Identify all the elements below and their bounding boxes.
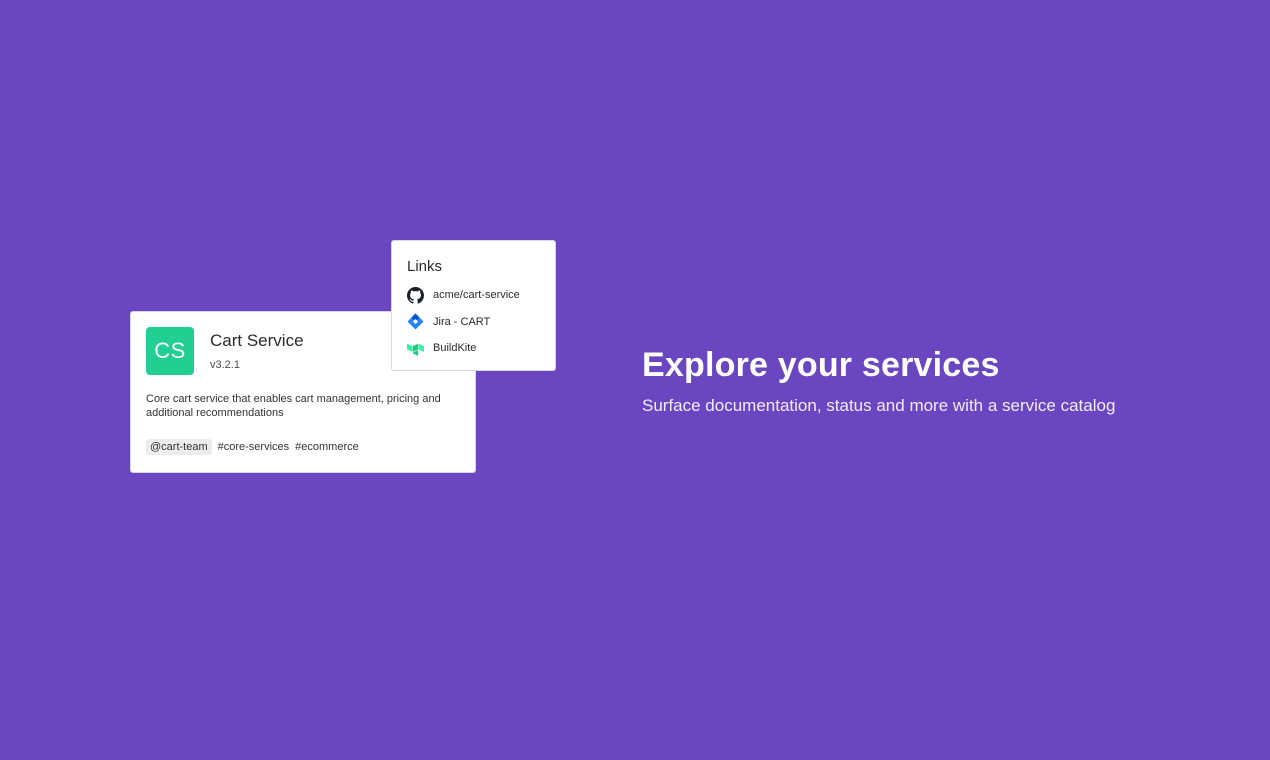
- links-title: Links: [407, 258, 443, 275]
- avatar-initials: CS: [154, 338, 186, 363]
- service-version: v3.2.1: [210, 359, 240, 371]
- service-avatar: CS: [146, 327, 194, 375]
- links-card: Links acme/cart-service Jira - CART Buil…: [391, 240, 556, 371]
- link-label: acme/cart-service: [433, 289, 520, 301]
- link-github[interactable]: acme/cart-service: [407, 286, 520, 304]
- page: { "colors": { "background": "#6b46c1", "…: [0, 0, 1270, 760]
- link-buildkite[interactable]: BuildKite: [407, 339, 520, 357]
- github-icon: [407, 286, 424, 304]
- link-label: Jira - CART: [433, 315, 491, 328]
- link-label: BuildKite: [433, 342, 477, 354]
- hero-title: Explore your services: [642, 346, 1000, 384]
- service-description: Core cart service that enables cart mana…: [146, 393, 441, 419]
- tag-list: @cart-team #core-services #ecommerce: [146, 439, 359, 455]
- buildkite-icon: [407, 340, 424, 357]
- owner-tag[interactable]: @cart-team: [146, 439, 212, 455]
- hero-subtitle: Surface documentation, status and more w…: [642, 396, 1116, 415]
- links-list: acme/cart-service Jira - CART BuildKite: [407, 286, 520, 366]
- tag-core-services[interactable]: #core-services: [218, 441, 290, 453]
- jira-icon: [407, 313, 424, 330]
- tag-ecommerce[interactable]: #ecommerce: [295, 441, 359, 453]
- link-jira[interactable]: Jira - CART: [407, 313, 520, 331]
- service-name[interactable]: Cart Service: [210, 331, 304, 351]
